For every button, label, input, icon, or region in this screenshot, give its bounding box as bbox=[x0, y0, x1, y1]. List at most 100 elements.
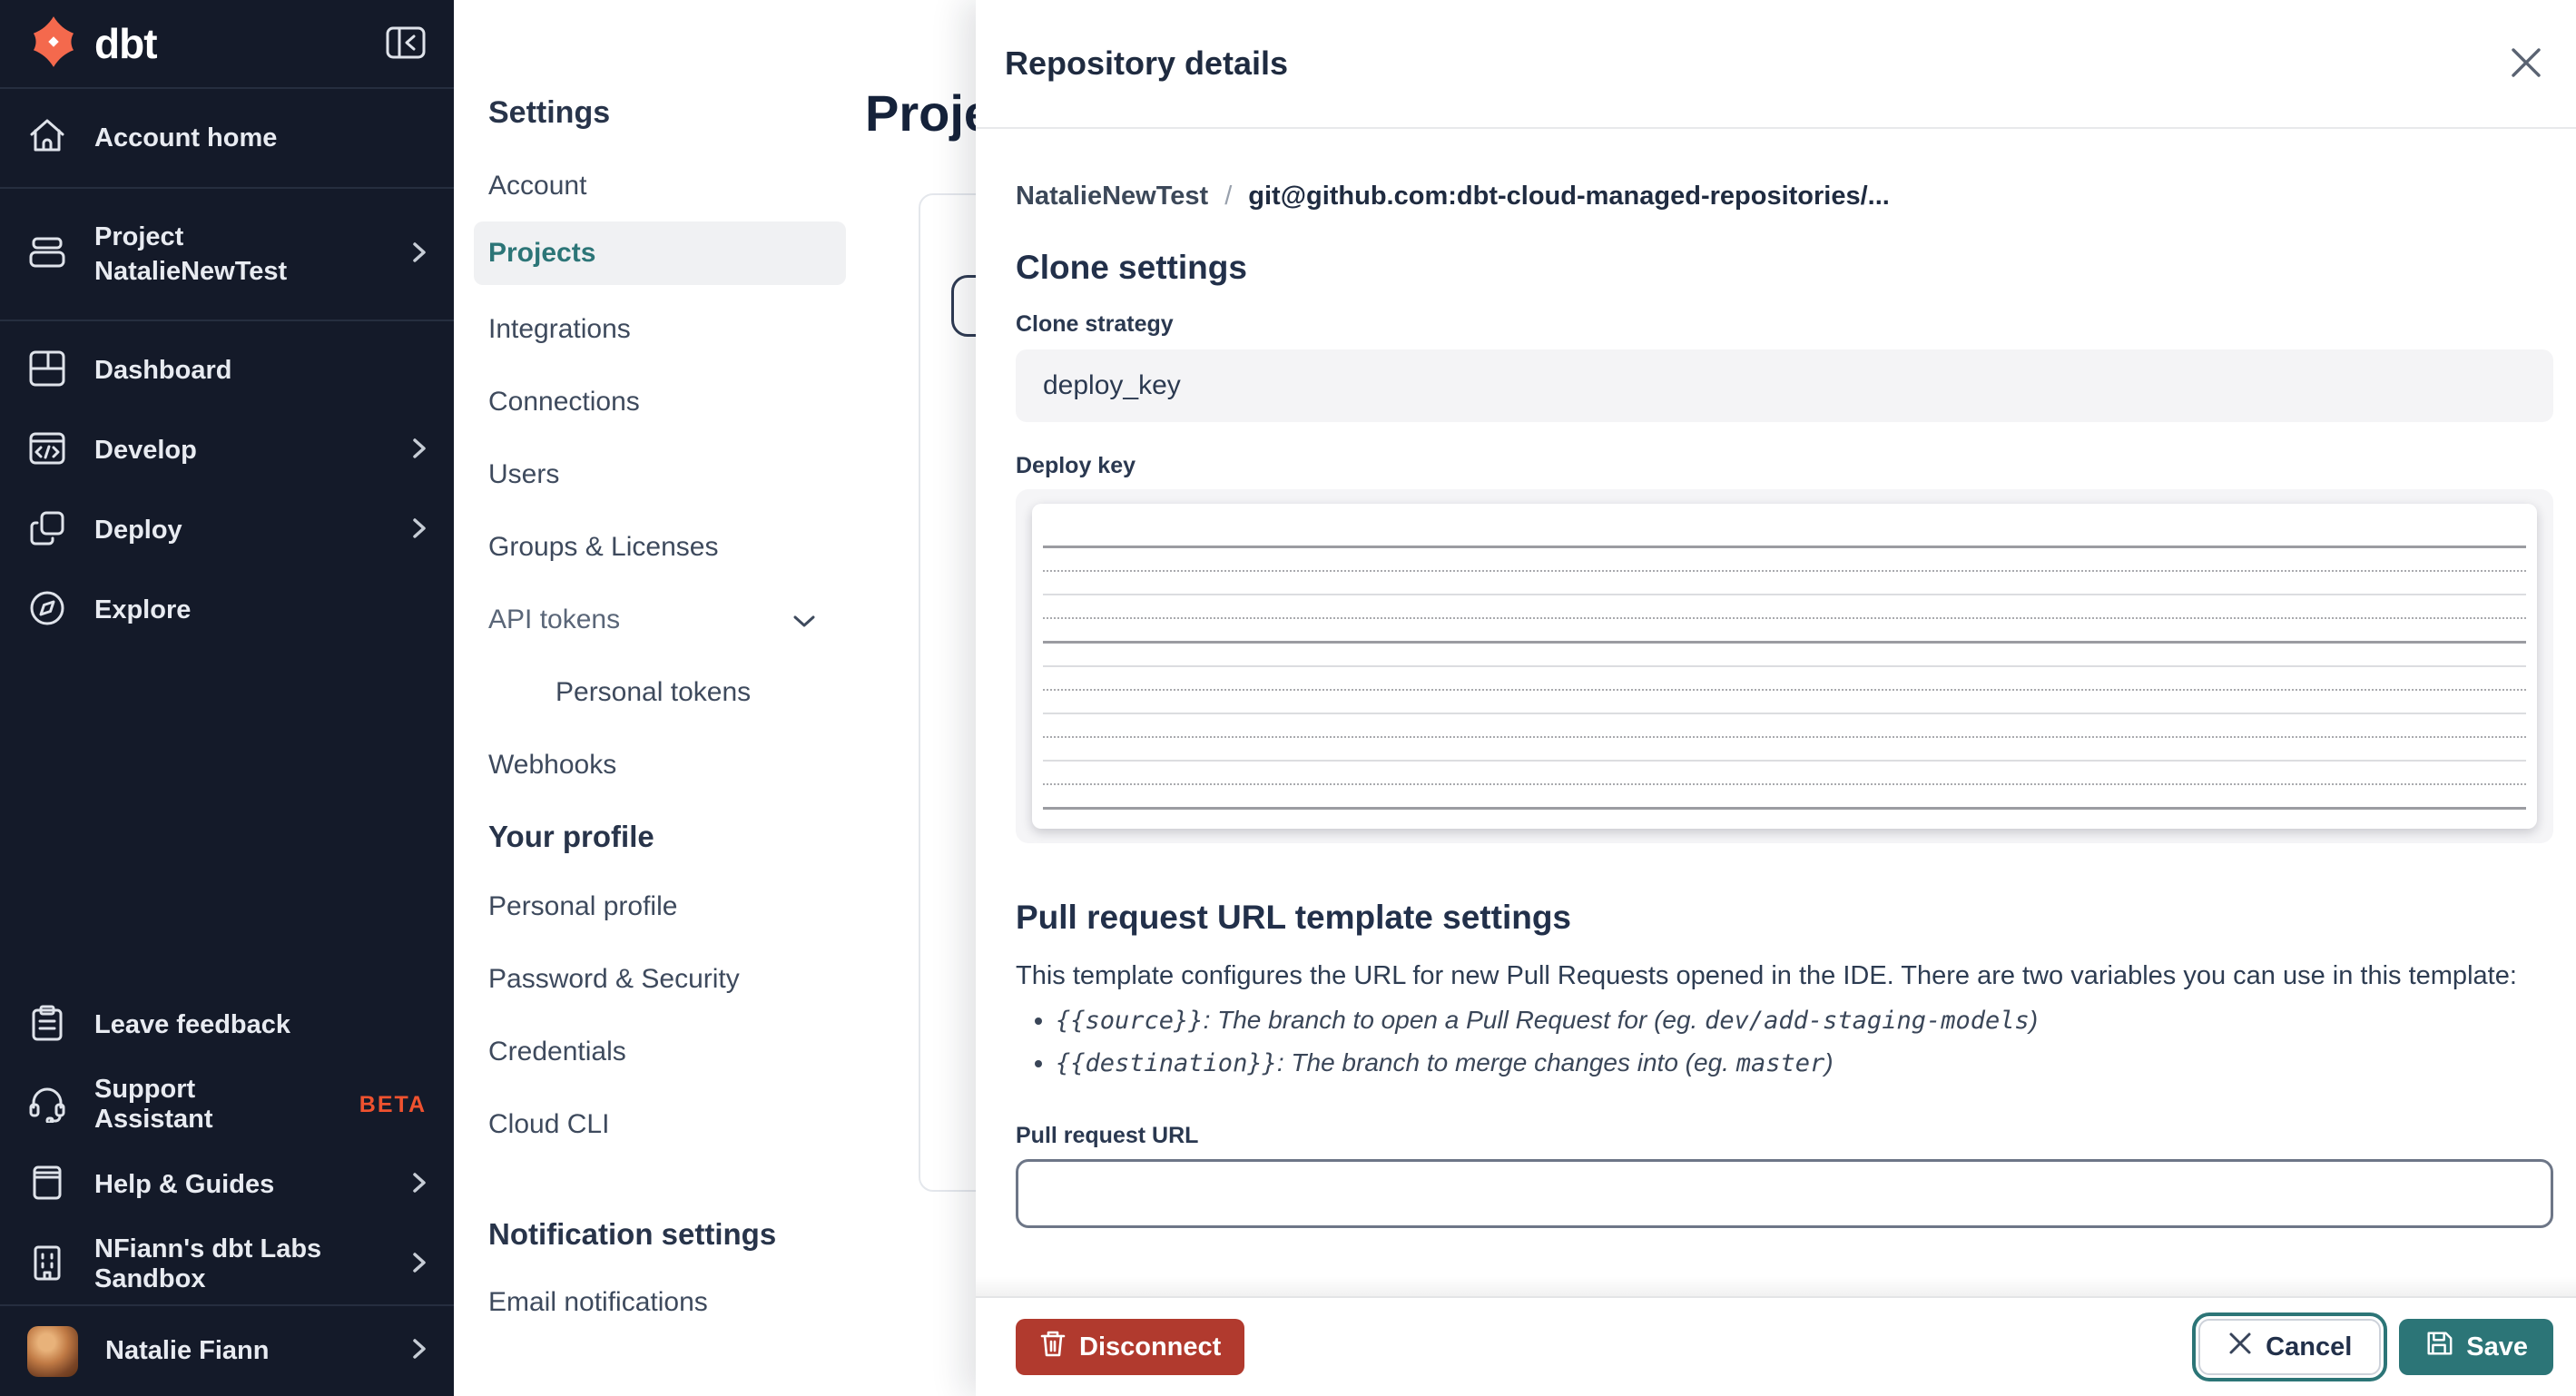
pr-template-variables: {{source}}: The branch to open a Pull Re… bbox=[1016, 999, 2553, 1085]
settings-nav-users[interactable]: Users bbox=[454, 454, 880, 496]
sidebar-item-label: Help & Guides bbox=[94, 1169, 275, 1199]
sidebar-item-sandbox-account[interactable]: NFiann's dbt Labs Sandbox bbox=[0, 1224, 454, 1304]
clone-strategy-value: deploy_key bbox=[1043, 370, 1181, 400]
collapse-sidebar-icon bbox=[385, 25, 427, 63]
settings-nav-api-tokens[interactable]: API tokens bbox=[454, 599, 880, 641]
settings-heading: Settings bbox=[488, 95, 611, 130]
cancel-x-icon bbox=[2227, 1331, 2253, 1363]
disconnect-label: Disconnect bbox=[1079, 1332, 1222, 1362]
drawer-title: Repository details bbox=[1005, 44, 1289, 82]
cancel-button[interactable]: Cancel bbox=[2192, 1312, 2388, 1381]
sidebar-item-label: Deploy bbox=[94, 515, 182, 545]
sidebar-item-dashboard[interactable]: Dashboard bbox=[0, 330, 454, 410]
sidebar-item-project[interactable]: Project NatalieNewTest bbox=[0, 189, 454, 321]
sidebar-item-label: NFiann's dbt Labs Sandbox bbox=[94, 1234, 322, 1293]
user-name: Natalie Fiann bbox=[105, 1336, 270, 1365]
pr-variable-destination: {{destination}}: The branch to merge cha… bbox=[1056, 1042, 2553, 1085]
sidebar-menu: Dashboard Develop Deploy Explore bbox=[0, 321, 454, 650]
chevron-right-icon bbox=[412, 517, 427, 544]
pr-template-heading: Pull request URL template settings bbox=[1016, 899, 1571, 936]
settings-nav-groups-licenses[interactable]: Groups & Licenses bbox=[454, 526, 880, 568]
deploy-key-field[interactable] bbox=[1016, 489, 2553, 843]
drawer-footer: Disconnect Cancel Save bbox=[976, 1276, 2576, 1396]
close-icon bbox=[2509, 45, 2543, 83]
settings-nav-personal-profile[interactable]: Personal profile bbox=[454, 886, 880, 928]
pull-request-url-input[interactable] bbox=[1016, 1159, 2553, 1228]
chevron-down-icon bbox=[793, 605, 815, 635]
project-icon bbox=[27, 232, 67, 277]
clone-strategy-input[interactable]: deploy_key bbox=[1016, 349, 2553, 422]
chevron-right-icon bbox=[412, 1338, 427, 1364]
settings-nav-label: API tokens bbox=[488, 605, 621, 634]
save-icon bbox=[2424, 1329, 2453, 1365]
settings-nav-credentials[interactable]: Credentials bbox=[454, 1031, 880, 1073]
cancel-label: Cancel bbox=[2266, 1332, 2353, 1362]
sidebar-item-label: Support Assistant bbox=[94, 1075, 213, 1134]
clone-settings-heading: Clone settings bbox=[1016, 249, 1247, 286]
chevron-right-icon bbox=[412, 1252, 427, 1278]
feedback-clipboard-icon bbox=[27, 1003, 67, 1047]
sidebar-user-menu[interactable]: Natalie Fiann bbox=[0, 1304, 454, 1396]
pr-template-description: This template configures the URL for new… bbox=[1016, 961, 2517, 990]
sidebar-header: dbt bbox=[0, 0, 454, 89]
home-icon bbox=[27, 116, 67, 161]
settings-nav-webhooks[interactable]: Webhooks bbox=[454, 744, 880, 786]
deploy-icon bbox=[27, 508, 67, 553]
settings-nav-account[interactable]: Account bbox=[454, 165, 880, 207]
sidebar-item-label: Develop bbox=[94, 435, 197, 465]
sidebar-item-deploy[interactable]: Deploy bbox=[0, 490, 454, 570]
save-button[interactable]: Save bbox=[2399, 1319, 2553, 1375]
settings-nav-connections[interactable]: Connections bbox=[454, 381, 880, 423]
sidebar-bottom: Leave feedback Support Assistant BETA He… bbox=[0, 985, 454, 1304]
beta-badge: BETA bbox=[359, 1091, 427, 1117]
dbt-logo[interactable]: dbt bbox=[27, 15, 158, 73]
explore-icon bbox=[27, 588, 67, 633]
sidebar-item-label: Dashboard bbox=[94, 355, 232, 385]
pull-request-url-label: Pull request URL bbox=[1016, 1123, 1199, 1148]
book-icon bbox=[27, 1163, 67, 1207]
develop-icon bbox=[27, 428, 67, 473]
breadcrumb-project: NatalieNewTest bbox=[1016, 182, 1209, 211]
collapse-sidebar-button[interactable] bbox=[385, 25, 427, 63]
breadcrumb: NatalieNewTest / git@github.com:dbt-clou… bbox=[1016, 182, 2553, 211]
sidebar-item-account-home[interactable]: Account home bbox=[0, 89, 454, 189]
settings-nav-cloud-cli[interactable]: Cloud CLI bbox=[454, 1104, 880, 1145]
deploy-key-redacted-value bbox=[1032, 504, 2537, 829]
drawer-header: Repository details bbox=[976, 0, 2576, 129]
sidebar-item-explore[interactable]: Explore bbox=[0, 570, 454, 650]
app: dbt Account home Project NatalieNewTest … bbox=[0, 0, 2576, 1396]
pr-variable-source: {{source}}: The branch to open a Pull Re… bbox=[1056, 999, 2553, 1042]
sidebar-item-help-guides[interactable]: Help & Guides bbox=[0, 1145, 454, 1224]
disconnect-button[interactable]: Disconnect bbox=[1016, 1319, 1245, 1375]
brand-word: dbt bbox=[94, 20, 158, 67]
settings-nav-password-security[interactable]: Password & Security bbox=[454, 959, 880, 1000]
sidebar-item-label: Leave feedback bbox=[94, 1009, 291, 1039]
dbt-logo-icon bbox=[27, 15, 80, 73]
trash-icon bbox=[1039, 1329, 1067, 1365]
your-profile-heading: Your profile bbox=[488, 820, 654, 853]
settings-nav: Settings Account Projects Integrations C… bbox=[454, 0, 976, 1396]
settings-nav-projects[interactable]: Projects bbox=[474, 221, 846, 285]
repository-details-drawer: Repository details NatalieNewTest / git@… bbox=[976, 0, 2576, 1396]
breadcrumb-separator: / bbox=[1224, 182, 1233, 211]
building-icon bbox=[27, 1243, 67, 1287]
headset-icon bbox=[27, 1083, 67, 1127]
close-button[interactable] bbox=[2502, 38, 2551, 90]
project-label: Project bbox=[94, 222, 184, 251]
sidebar: dbt Account home Project NatalieNewTest … bbox=[0, 0, 454, 1396]
sidebar-item-support-assistant[interactable]: Support Assistant BETA bbox=[0, 1065, 454, 1145]
sidebar-item-develop[interactable]: Develop bbox=[0, 410, 454, 490]
chevron-right-icon bbox=[412, 1172, 427, 1198]
avatar bbox=[27, 1325, 78, 1377]
dashboard-icon bbox=[27, 349, 67, 393]
settings-nav-integrations[interactable]: Integrations bbox=[454, 309, 880, 350]
sidebar-item-leave-feedback[interactable]: Leave feedback bbox=[0, 985, 454, 1065]
save-label: Save bbox=[2466, 1332, 2528, 1362]
settings-nav-personal-tokens[interactable]: Personal tokens bbox=[454, 672, 880, 713]
sidebar-item-label: Explore bbox=[94, 595, 192, 624]
notification-settings-heading: Notification settings bbox=[488, 1217, 777, 1251]
settings-nav-email-notifications[interactable]: Email notifications bbox=[454, 1282, 880, 1323]
project-name: NatalieNewTest bbox=[94, 257, 288, 286]
deploy-key-label: Deploy key bbox=[1016, 453, 1136, 478]
sidebar-item-label: Account home bbox=[94, 123, 278, 152]
